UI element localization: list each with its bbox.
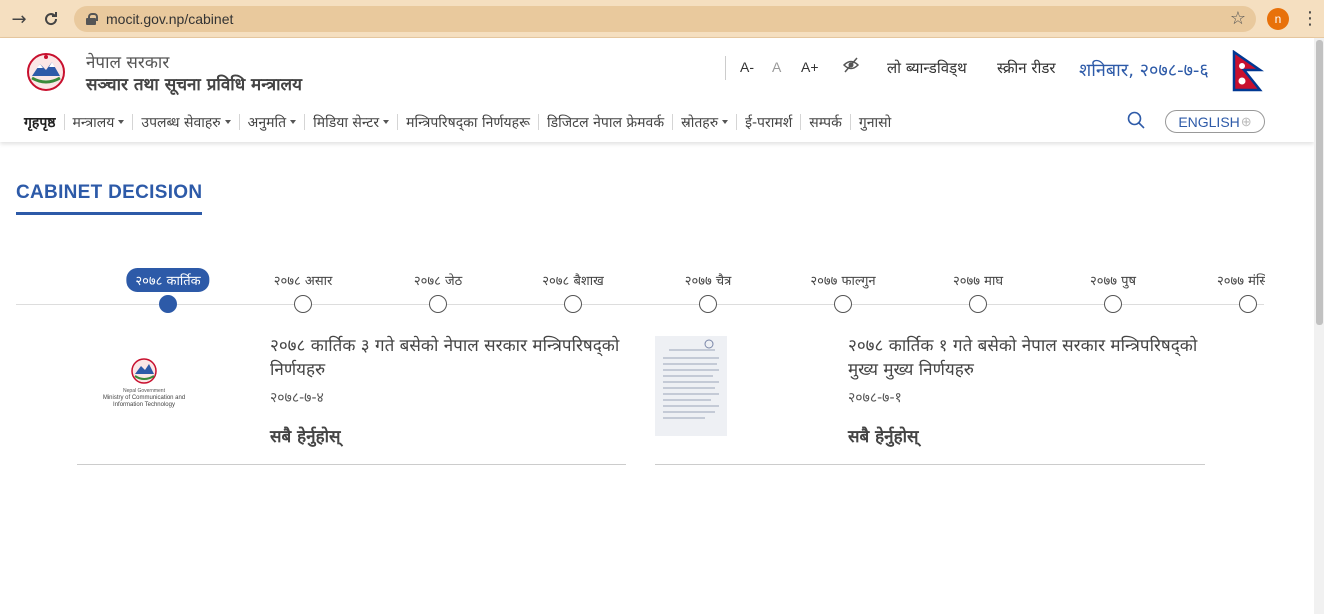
- nav-item-label: गुनासो: [858, 114, 892, 131]
- org-name-line1: नेपाल सरकार: [86, 53, 170, 73]
- nav-item-label: ई-परामर्श: [745, 114, 793, 131]
- timeline-dot[interactable]: [969, 295, 987, 313]
- nav-separator: [849, 114, 851, 130]
- page-title: CABINET DECISION: [16, 182, 203, 215]
- caret-down-icon: [290, 120, 297, 124]
- main-navigation: गृहपृष्ठ मन्त्रालय उपलब्ध सेवाहरु अनुमति मिड…: [24, 111, 891, 133]
- nav-item-label: मन्त्रालय: [72, 114, 115, 131]
- nav-separator: [736, 114, 738, 130]
- timeline-dot[interactable]: [699, 295, 717, 313]
- nepal-flag-icon: [1232, 50, 1264, 92]
- logo-caption: Ministry of Communication and: [103, 395, 185, 401]
- address-bar[interactable]: mocit.gov.np/cabinet ☆: [74, 6, 1256, 32]
- site-header: नेपाल सरकार सञ्चार तथा सूचना प्रविधि मन्…: [0, 38, 1314, 142]
- decision-card: २०७८ कार्तिक १ गते बसेको नेपाल सरकार मन्…: [655, 326, 1205, 465]
- timeline-dot[interactable]: [564, 295, 582, 313]
- forward-arrow-icon[interactable]: →: [8, 8, 30, 30]
- language-toggle-button[interactable]: ENGLISH ⊕: [1165, 110, 1265, 133]
- timeline-period-label[interactable]: २०७७ मंसिर: [1217, 271, 1265, 289]
- nav-item-label: गृहपृष्ठ: [24, 114, 56, 131]
- nav-item[interactable]: गुनासो: [859, 113, 891, 132]
- nav-item-label: उपलब्ध सेवाहरु: [141, 114, 221, 131]
- current-date: शनिबार, २०७८-७-६: [1079, 60, 1209, 81]
- decision-card: Nepal Government Ministry of Communicati…: [77, 326, 626, 465]
- timeline-period-label[interactable]: २०७७ पुष: [1090, 271, 1136, 289]
- nav-separator: [238, 114, 240, 130]
- timeline-period-label[interactable]: २०७७ फाल्गुन: [810, 271, 875, 289]
- language-label: ENGLISH: [1178, 113, 1240, 130]
- divider: [725, 56, 726, 80]
- timeline-dot[interactable]: [1104, 295, 1122, 313]
- browser-toolbar: → mocit.gov.np/cabinet ☆ n ⋮: [0, 0, 1324, 38]
- nav-item[interactable]: गृहपृष्ठ: [24, 113, 56, 132]
- nav-separator: [800, 114, 802, 130]
- caret-down-icon: [224, 120, 231, 124]
- nav-item[interactable]: डिजिटल नेपाल फ्रेमवर्क: [547, 113, 664, 132]
- nav-item[interactable]: ई-परामर्श: [745, 113, 792, 132]
- nav-item[interactable]: मन्त्रिपरिषद्का निर्णयहरू: [406, 113, 530, 132]
- nav-separator: [397, 114, 399, 130]
- font-reset-button[interactable]: A: [772, 59, 781, 75]
- nav-item-label: सम्पर्क: [809, 114, 842, 131]
- low-bandwidth-link[interactable]: लो ब्यान्डविड्थ: [887, 58, 967, 78]
- timeline-period-label[interactable]: २०७८ कार्तिक: [126, 268, 210, 292]
- nav-item[interactable]: उपलब्ध सेवाहरु: [141, 113, 231, 132]
- bookmark-star-icon[interactable]: ☆: [1230, 8, 1246, 29]
- decision-date: २०७८-७-४: [270, 390, 324, 406]
- globe-icon: ⊕: [1240, 113, 1252, 129]
- logo-caption: Information Technology: [113, 402, 175, 408]
- timeline-period-label[interactable]: २०७७ चैत्र: [685, 271, 732, 289]
- nav-separator: [63, 114, 65, 130]
- org-name-line2: सञ्चार तथा सूचना प्रविधि मन्त्रालय: [86, 75, 302, 95]
- timeline-period-label[interactable]: २०७८ बैशाख: [542, 271, 603, 289]
- nav-separator: [304, 114, 306, 130]
- font-decrease-button[interactable]: A-: [740, 59, 754, 75]
- caret-down-icon: [383, 120, 390, 124]
- nav-item-label: मिडिया सेन्टर: [313, 114, 380, 131]
- timeline-period-label[interactable]: २०७८ जेठ: [414, 271, 462, 289]
- screen-reader-link[interactable]: स्क्रीन रीडर: [997, 58, 1056, 78]
- caret-down-icon: [118, 120, 125, 124]
- caret-down-icon: [722, 120, 729, 124]
- scrollbar-thumb[interactable]: [1316, 40, 1323, 325]
- nav-item-label: अनुमति: [247, 114, 287, 131]
- view-all-link[interactable]: सबै हेर्नुहोस्: [270, 424, 341, 447]
- timeline-period-label[interactable]: २०७७ माघ: [953, 271, 1003, 289]
- contrast-toggle-icon[interactable]: [842, 56, 860, 74]
- font-increase-button[interactable]: A+: [801, 59, 819, 75]
- timeline-dot[interactable]: [1239, 295, 1257, 313]
- decision-title[interactable]: २०७८ कार्तिक १ गते बसेको नेपाल सरकार मन्…: [848, 334, 1205, 382]
- nav-item[interactable]: मिडिया सेन्टर: [313, 113, 390, 132]
- view-all-link[interactable]: सबै हेर्नुहोस्: [848, 424, 919, 447]
- decision-date: २०७८-७-१: [848, 390, 902, 406]
- timeline-dot[interactable]: [159, 295, 177, 313]
- reload-icon[interactable]: [40, 8, 62, 30]
- lock-icon: [86, 13, 98, 25]
- search-icon[interactable]: [1127, 111, 1145, 129]
- nav-item-label: मन्त्रिपरिषद्का निर्णयहरू: [406, 114, 530, 131]
- timeline-dot[interactable]: [294, 295, 312, 313]
- nav-separator: [132, 114, 134, 130]
- timeline-dot[interactable]: [429, 295, 447, 313]
- decision-title[interactable]: २०७८ कार्तिक ३ गते बसेको नेपाल सरकार मन्…: [270, 334, 626, 382]
- nav-item[interactable]: मन्त्रालय: [73, 113, 125, 132]
- timeline-track: [16, 304, 1264, 305]
- nav-item-label: स्रोतहरु: [681, 114, 719, 131]
- timeline-dot[interactable]: [834, 295, 852, 313]
- nav-item[interactable]: स्रोतहरु: [681, 113, 729, 132]
- url-text: mocit.gov.np/cabinet: [106, 11, 234, 27]
- nav-item[interactable]: अनुमति: [247, 113, 297, 132]
- ministry-logo-thumbnail[interactable]: Nepal Government Ministry of Communicati…: [97, 358, 192, 414]
- nav-item[interactable]: सम्पर्क: [809, 113, 842, 132]
- logo-caption: Nepal Government: [123, 388, 166, 394]
- nav-item-label: डिजिटल नेपाल फ्रेमवर्क: [546, 114, 665, 131]
- profile-avatar[interactable]: n: [1267, 8, 1289, 30]
- document-thumbnail[interactable]: [655, 336, 727, 436]
- timeline-period-label[interactable]: २०७८ असार: [274, 271, 333, 289]
- browser-menu-icon[interactable]: ⋮: [1300, 8, 1320, 30]
- nav-separator: [537, 114, 539, 130]
- nepal-emblem-logo[interactable]: [24, 52, 68, 92]
- nav-separator: [672, 114, 674, 130]
